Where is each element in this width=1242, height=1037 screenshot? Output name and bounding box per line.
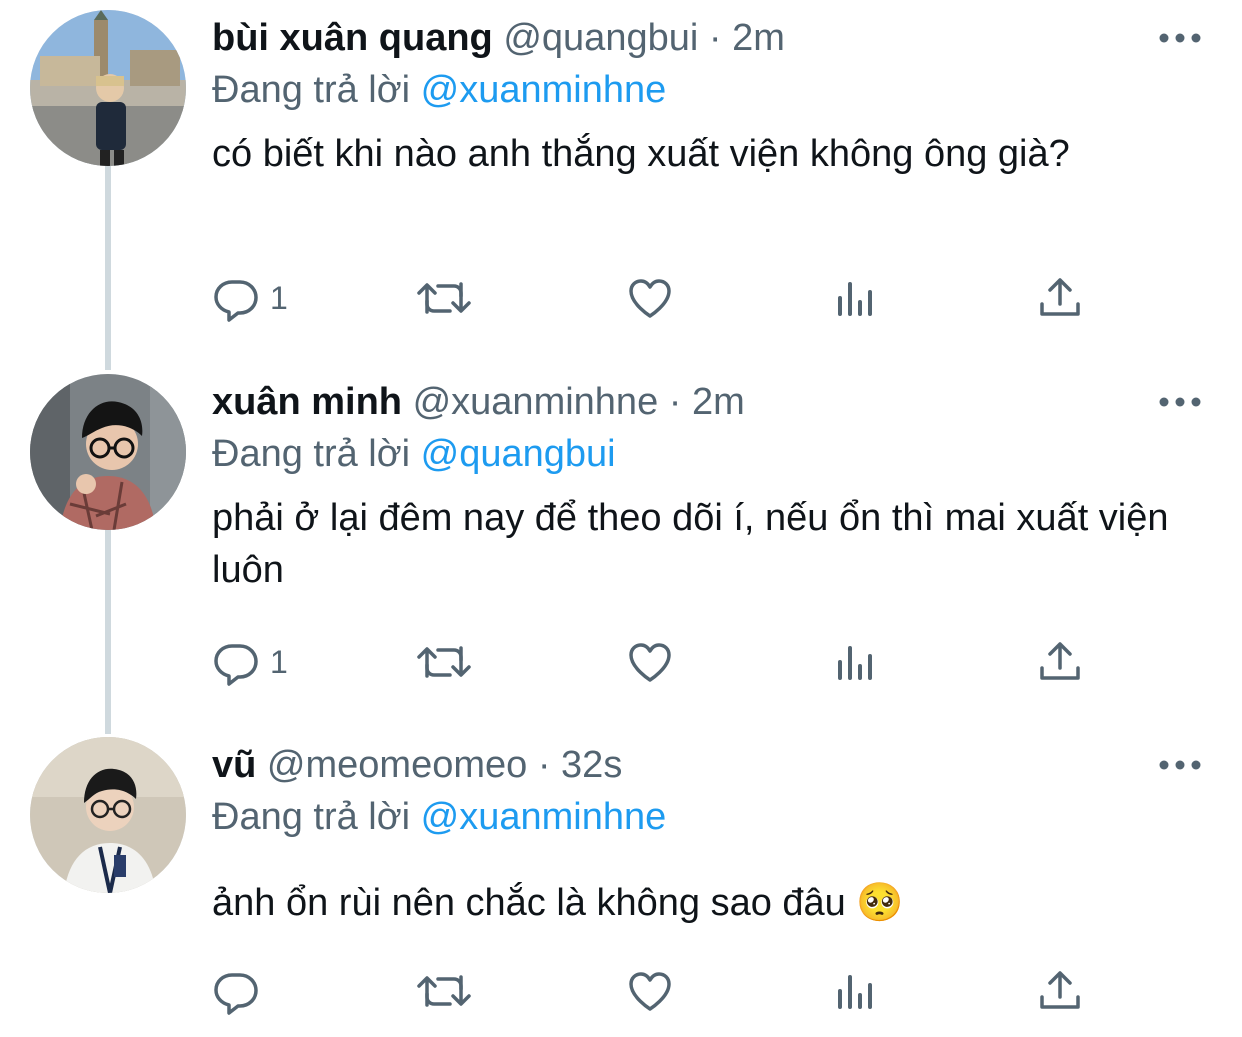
- retweet-button[interactable]: [416, 268, 472, 328]
- reply-button[interactable]: 1: [212, 268, 288, 328]
- replying-to: Đang trả lời @xuanminhne: [212, 66, 666, 114]
- display-name[interactable]: vũ: [212, 744, 256, 786]
- replying-to-label: Đang trả lời: [212, 69, 411, 111]
- mention-link[interactable]: @xuanminhne: [421, 796, 667, 838]
- more-options-icon[interactable]: [1158, 28, 1202, 48]
- like-button[interactable]: [626, 632, 674, 692]
- retweet-button[interactable]: [416, 961, 472, 1021]
- like-button[interactable]: [626, 268, 674, 328]
- replying-to: Đang trả lời @xuanminhne: [212, 793, 666, 841]
- user-avatar-photo-icon: [30, 10, 186, 166]
- reply-icon: [214, 973, 258, 1015]
- more-options-icon[interactable]: [1158, 392, 1202, 412]
- tweet-actions: 1: [0, 268, 1242, 328]
- separator-dot: ·: [537, 744, 551, 786]
- user-handle[interactable]: @xuanminhne: [413, 381, 659, 423]
- reply-count: 1: [270, 279, 288, 316]
- tweet[interactable]: bùi xuân quang @quangbui · 2m Đang trả l…: [0, 0, 1242, 370]
- separator-dot: ·: [668, 381, 682, 423]
- share-icon: [1040, 642, 1080, 680]
- mention-link[interactable]: @quangbui: [421, 433, 616, 475]
- user-avatar-photo-icon: [30, 374, 186, 530]
- user-handle[interactable]: @quangbui: [503, 17, 698, 59]
- like-icon: [629, 643, 671, 682]
- display-name[interactable]: bùi xuân quang: [212, 17, 493, 59]
- timestamp[interactable]: 32s: [561, 744, 622, 786]
- analytics-icon: [838, 282, 872, 316]
- analytics-icon: [838, 975, 872, 1009]
- reply-button[interactable]: [212, 961, 270, 1021]
- timestamp[interactable]: 2m: [692, 381, 745, 423]
- tweet[interactable]: vũ @meomeomeo · 32s Đang trả lời @xuanmi…: [0, 727, 1242, 1037]
- replying-to: Đang trả lời @quangbui: [212, 430, 616, 478]
- reply-count: 1: [270, 643, 288, 680]
- retweet-icon: [417, 646, 471, 678]
- like-button[interactable]: [626, 961, 674, 1021]
- separator-dot: ·: [708, 17, 722, 59]
- tweet-header: vũ @meomeomeo · 32s: [212, 741, 622, 789]
- replying-to-label: Đang trả lời: [212, 796, 411, 838]
- like-icon: [629, 279, 671, 318]
- avatar[interactable]: [30, 737, 186, 893]
- retweet-icon: [417, 975, 471, 1007]
- tweet-header: bùi xuân quang @quangbui · 2m: [212, 14, 785, 62]
- share-button[interactable]: [1036, 632, 1084, 692]
- share-icon: [1040, 278, 1080, 316]
- tweet-actions: [0, 961, 1242, 1021]
- tweet-header: xuân minh @xuanminhne · 2m: [212, 378, 745, 426]
- share-button[interactable]: [1036, 961, 1084, 1021]
- retweet-icon: [417, 282, 471, 314]
- avatar[interactable]: [30, 374, 186, 530]
- retweet-button[interactable]: [416, 632, 472, 692]
- avatar[interactable]: [30, 10, 186, 166]
- tweet-text: phải ở lại đêm nay để theo dõi í, nếu ổn…: [212, 497, 1169, 591]
- user-avatar-photo-icon: [30, 737, 186, 893]
- more-options-icon[interactable]: [1158, 755, 1202, 775]
- like-icon: [629, 972, 671, 1011]
- analytics-icon: [838, 646, 872, 680]
- display-name[interactable]: xuân minh: [212, 381, 402, 423]
- share-icon: [1040, 971, 1080, 1009]
- analytics-button[interactable]: [832, 961, 880, 1021]
- reply-icon: [214, 280, 258, 322]
- tweet-text: có biết khi nào anh thắng xuất viện khôn…: [212, 133, 1070, 175]
- analytics-button[interactable]: [832, 632, 880, 692]
- tweet-actions: 1: [0, 632, 1242, 692]
- share-button[interactable]: [1036, 268, 1084, 328]
- user-handle[interactable]: @meomeomeo: [267, 744, 527, 786]
- timestamp[interactable]: 2m: [732, 17, 785, 59]
- analytics-button[interactable]: [832, 268, 880, 328]
- tweet[interactable]: xuân minh @xuanminhne · 2m Đang trả lời …: [0, 364, 1242, 734]
- tweet-text: ảnh ổn rùi nên chắc là không sao đâu 🥺: [212, 882, 904, 924]
- reply-button[interactable]: 1: [212, 632, 288, 692]
- replying-to-label: Đang trả lời: [212, 433, 411, 475]
- reply-icon: [214, 644, 258, 686]
- mention-link[interactable]: @xuanminhne: [421, 69, 667, 111]
